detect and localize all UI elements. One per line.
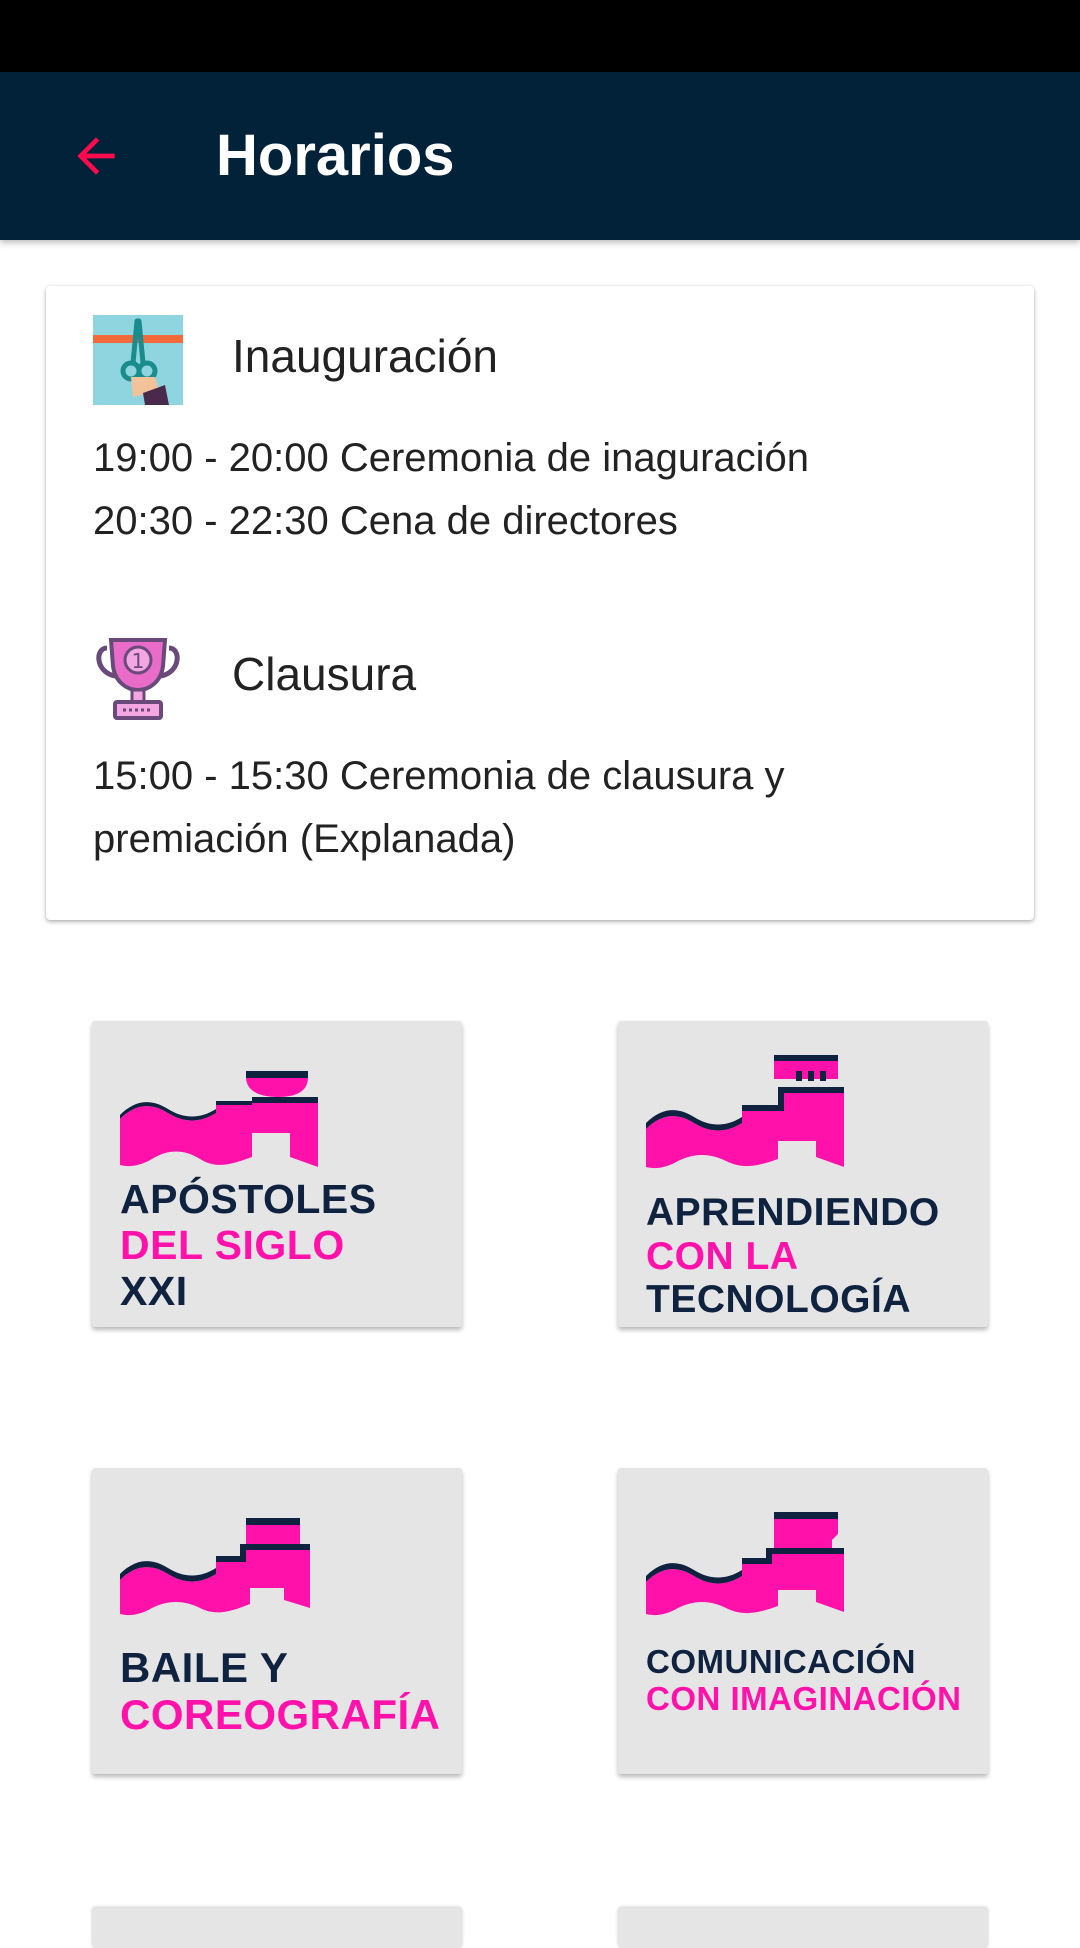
page-title: Horarios <box>216 123 455 188</box>
tile-label-line: APÓSTOLES <box>120 1176 377 1222</box>
tile-label: BAILE Y COREOGRAFÍA <box>120 1644 441 1738</box>
tile-label-line: COMUNICACIÓN <box>646 1643 916 1680</box>
castle-logo-icon <box>646 1512 844 1616</box>
tile-label-line: CON LA <box>646 1234 799 1278</box>
tile-label-line: DEL SIGLO <box>120 1221 345 1268</box>
category-tile-partial[interactable] <box>618 1908 988 1948</box>
category-tile-comunicacion[interactable]: COMUNICACIÓN CON IMAGINACIÓN <box>618 1468 988 1774</box>
ribbon-cutting-icon <box>93 315 183 405</box>
category-tile-partial[interactable] <box>92 1908 462 1948</box>
tile-label-line: APRENDIENDO <box>646 1191 940 1234</box>
schedule-line: 20:30 - 22:30 Cena de directores <box>93 499 678 543</box>
trophy-icon: 1 <box>93 632 183 722</box>
tile-label-line: CON IMAGINACIÓN <box>646 1679 962 1717</box>
tile-label-line: TECNOLOGÍA <box>646 1278 911 1322</box>
category-tile-aprendiendo[interactable]: APRENDIENDO CON LA TECNOLOGÍA <box>618 1021 988 1327</box>
category-tile-apostoles[interactable]: APÓSTOLES DEL SIGLO XXI <box>92 1021 462 1327</box>
status-bar <box>0 0 1080 72</box>
schedule-line: 15:00 - 15:30 Ceremonia de clausura y <box>93 754 785 798</box>
castle-logo-icon <box>120 1518 310 1616</box>
section-title: Inauguración <box>232 330 498 382</box>
tile-label-line: XXI <box>120 1267 188 1314</box>
tile-label: APRENDIENDO CON LA TECNOLOGÍA <box>646 1191 940 1322</box>
schedule-card: Inauguración 19:00 - 20:00 Ceremonia de … <box>46 286 1034 920</box>
section-title: Clausura <box>232 648 417 700</box>
castle-logo-icon <box>120 1071 318 1167</box>
tile-label-line: BAILE Y <box>120 1644 289 1691</box>
back-button[interactable] <box>52 112 140 200</box>
tile-label: COMUNICACIÓN CON IMAGINACIÓN <box>646 1643 962 1718</box>
schedule-line: 19:00 - 20:00 Ceremonia de inaguración <box>93 436 810 480</box>
svg-text:1: 1 <box>132 649 145 673</box>
tile-label-line: COREOGRAFÍA <box>120 1691 441 1739</box>
tile-label: APÓSTOLES DEL SIGLO XXI <box>120 1176 377 1315</box>
category-tile-baile[interactable]: BAILE Y COREOGRAFÍA <box>92 1468 462 1774</box>
castle-logo-icon <box>646 1055 844 1169</box>
arrow-back-icon <box>77 137 115 175</box>
schedule-line: premiación (Explanada) <box>93 817 516 861</box>
app-bar: Horarios <box>0 72 1080 240</box>
